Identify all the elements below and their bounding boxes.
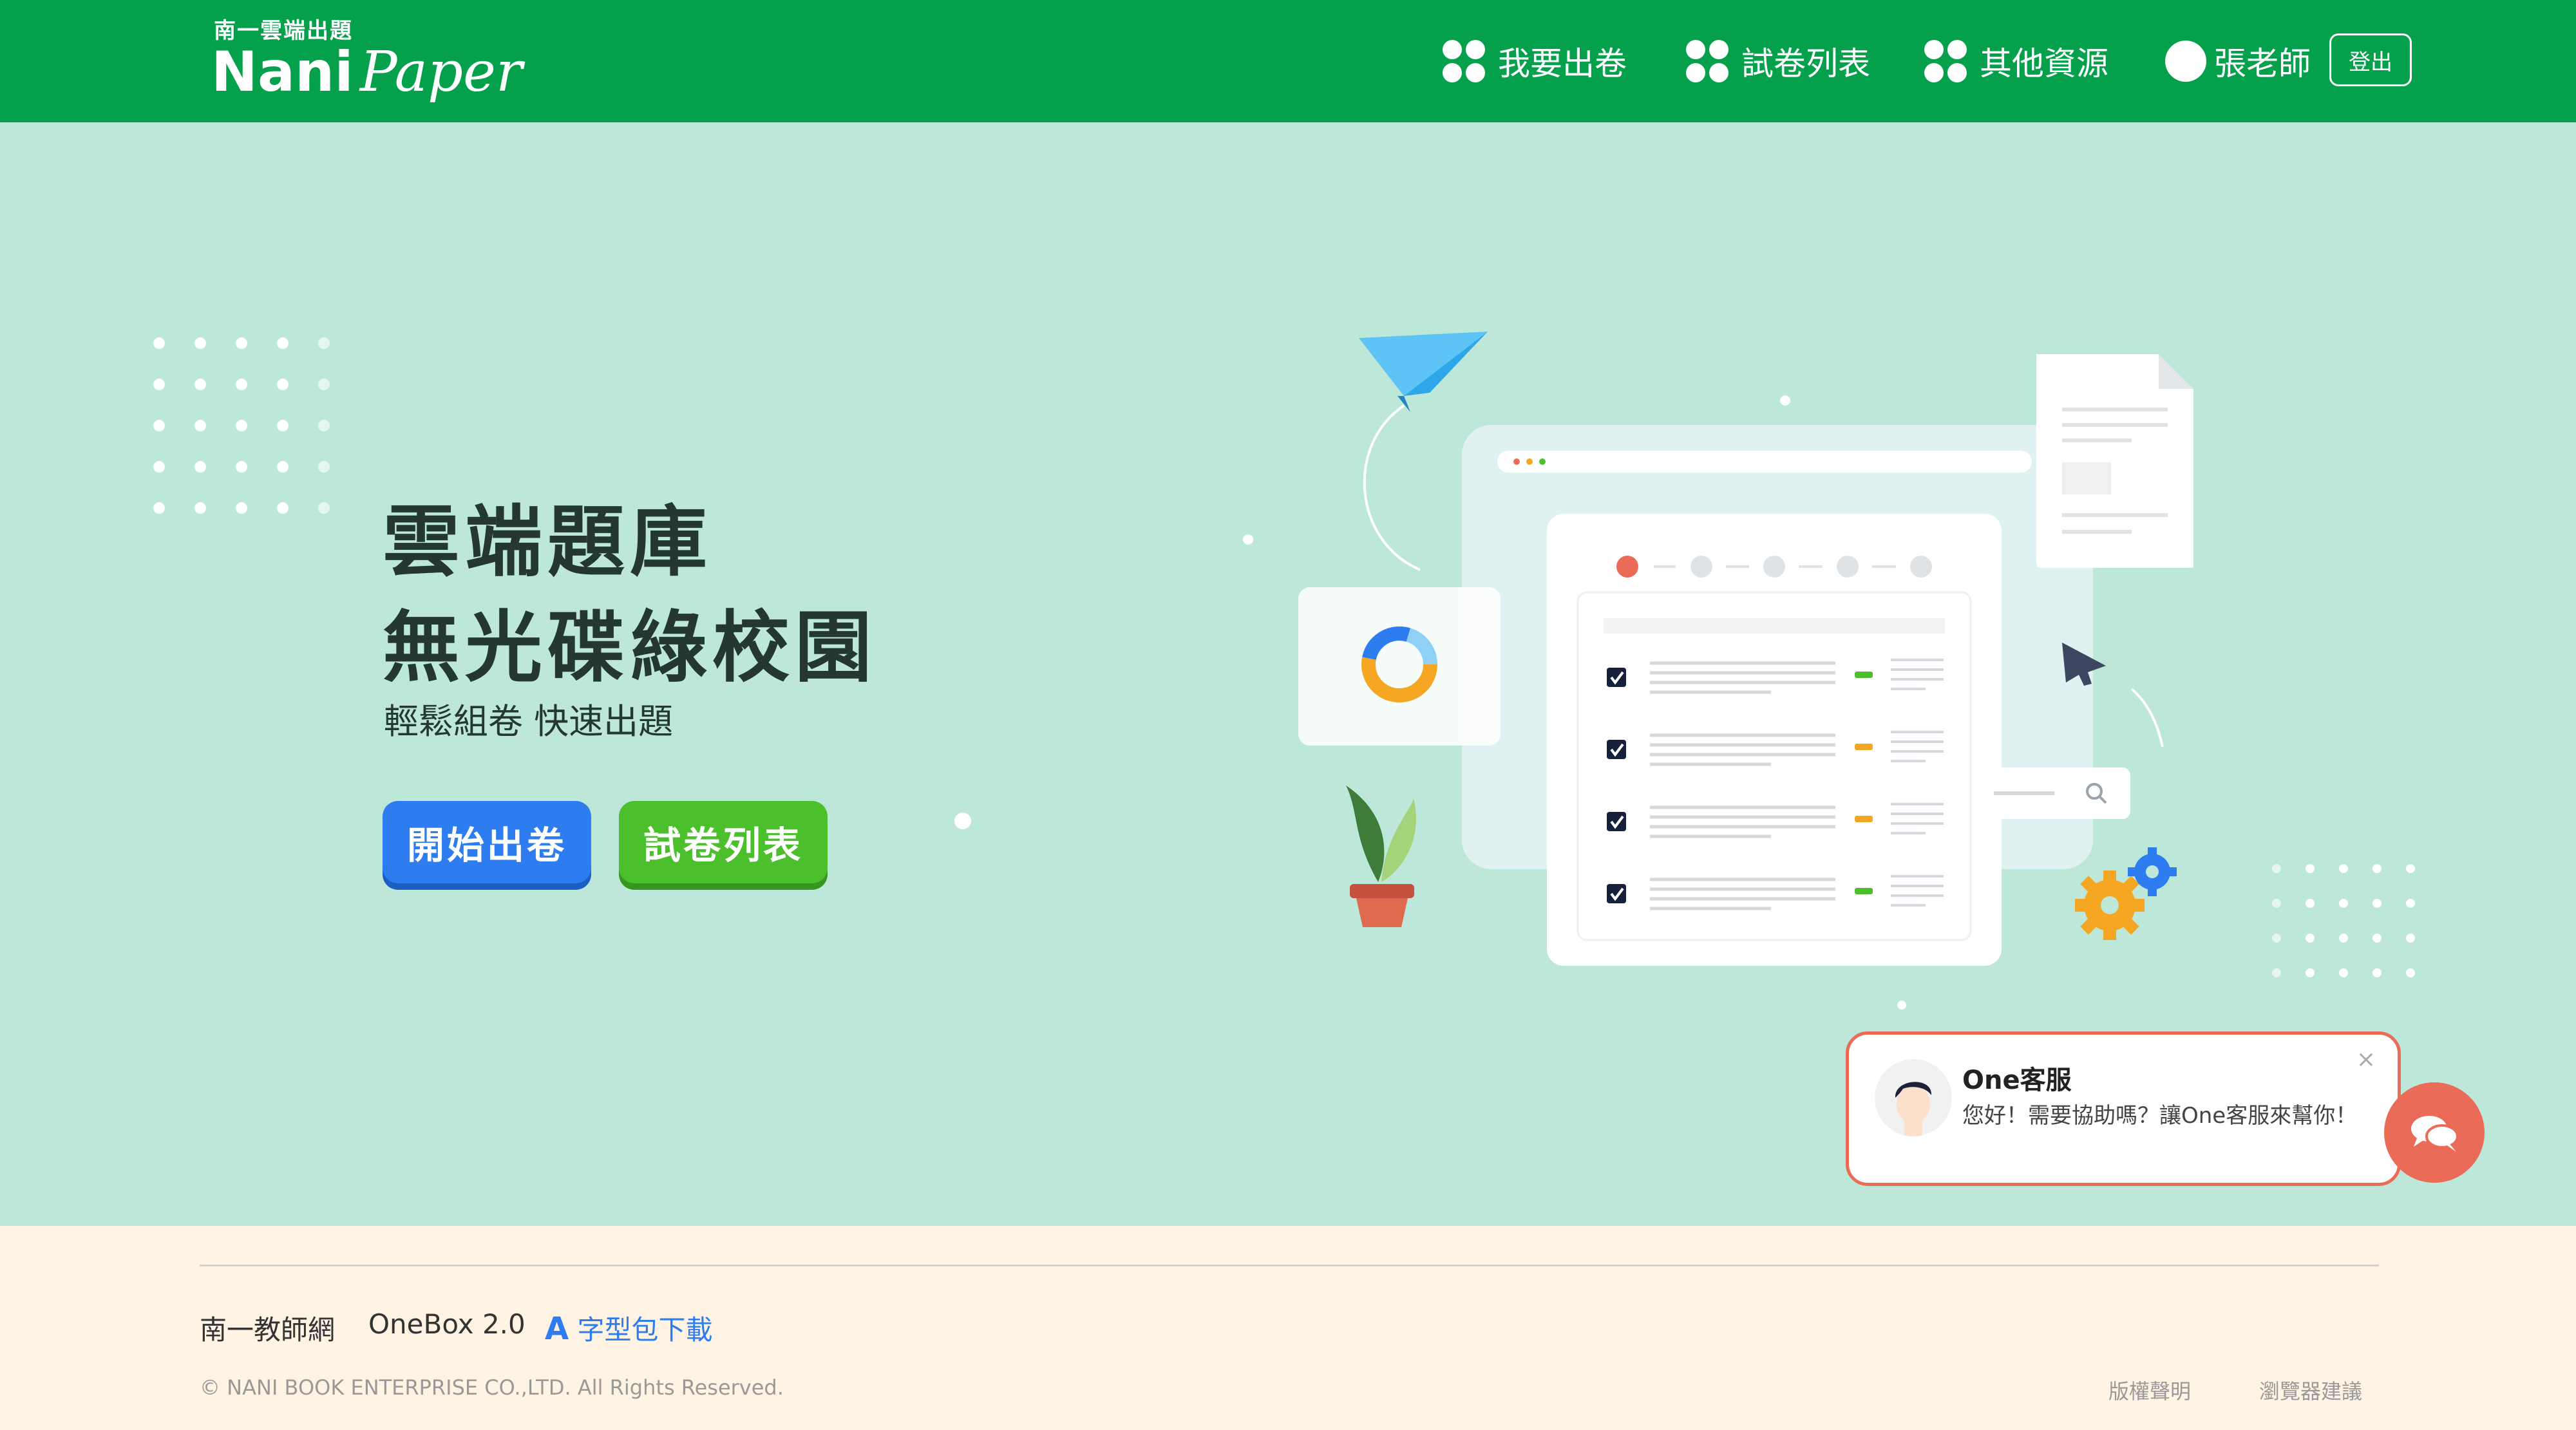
hero-title-line1: 雲端題庫 [383, 498, 712, 587]
support-avatar [1875, 1059, 1952, 1136]
close-icon[interactable]: × [2356, 1046, 2376, 1073]
nav-label: 試卷列表 [1741, 45, 1870, 82]
user-menu[interactable]: 張老師 [2165, 35, 2311, 87]
copyright-text: © NANI BOOK ENTERPRISE CO.,LTD. All Righ… [200, 1375, 784, 1400]
nav-label: 其他資源 [1980, 45, 2108, 82]
nav-exam-list[interactable]: 試卷列表 [1686, 35, 1870, 87]
chat-title: One客服 [1962, 1066, 2072, 1095]
logo[interactable]: Nani Paper [211, 40, 522, 104]
hero-subtitle: 輕鬆組卷 快速出題 [384, 701, 674, 742]
font-icon: A [545, 1311, 569, 1347]
grid-dots-icon [1443, 40, 1485, 82]
footer-link-font-download[interactable]: A 字型包下載 [545, 1308, 713, 1348]
avatar [2165, 41, 2206, 82]
decorative-dot-grid [153, 337, 330, 514]
nav-other-resources[interactable]: 其他資源 [1924, 35, 2108, 87]
decorative-dot [954, 813, 971, 829]
gear-icon [2128, 847, 2177, 896]
paper-plane-icon [1359, 332, 1488, 412]
gear-icon [2075, 870, 2145, 940]
footer: 南一教師網 OneBox 2.0 A 字型包下載 © NANI BOOK ENT… [0, 1226, 2576, 1430]
person-icon [1875, 1059, 1952, 1136]
footer-link-label: 字型包下載 [577, 1314, 713, 1346]
hero-illustration [1298, 332, 2193, 966]
decorative-dot-grid [2272, 864, 2415, 977]
decorative-dot [1243, 534, 1253, 545]
chat-button[interactable] [2384, 1082, 2485, 1183]
start-exam-button[interactable]: 開始出卷 [383, 801, 591, 883]
footer-link-teacher-site[interactable]: 南一教師網 [200, 1308, 335, 1348]
logo-text-italic: Paper [359, 40, 523, 104]
footer-link-browser[interactable]: 瀏覽器建議 [2259, 1375, 2362, 1405]
footer-link-onebox[interactable]: OneBox 2.0 [368, 1308, 526, 1340]
footer-divider [200, 1265, 2379, 1266]
chat-popup[interactable]: One客服 您好！需要協助嗎？讓One客服來幫你！ × [1846, 1031, 2401, 1186]
nav-create-exam[interactable]: 我要出卷 [1443, 35, 1627, 87]
chat-bubbles-icon [2411, 1116, 2459, 1152]
footer-link-copyright[interactable]: 版權聲明 [2108, 1375, 2191, 1405]
logo-text: Nani [211, 40, 354, 104]
exam-list-button[interactable]: 試卷列表 [619, 801, 828, 883]
top-header: 南一雲端出題 Nani Paper 我要出卷 試卷列表 其他資源 張老師 登出 [0, 0, 2576, 122]
user-name: 張老師 [2214, 45, 2311, 82]
grid-dots-icon [1924, 40, 1967, 82]
document-icon [2036, 354, 2193, 568]
nav-label: 我要出卷 [1498, 45, 1627, 82]
grid-dots-icon [1686, 40, 1728, 82]
chat-message: 您好！需要協助嗎？讓One客服來幫你！ [1962, 1103, 2358, 1129]
plant-icon [1346, 786, 1416, 927]
hero-title-line2: 無光碟綠校園 [383, 603, 877, 693]
logout-button[interactable]: 登出 [2329, 33, 2412, 86]
